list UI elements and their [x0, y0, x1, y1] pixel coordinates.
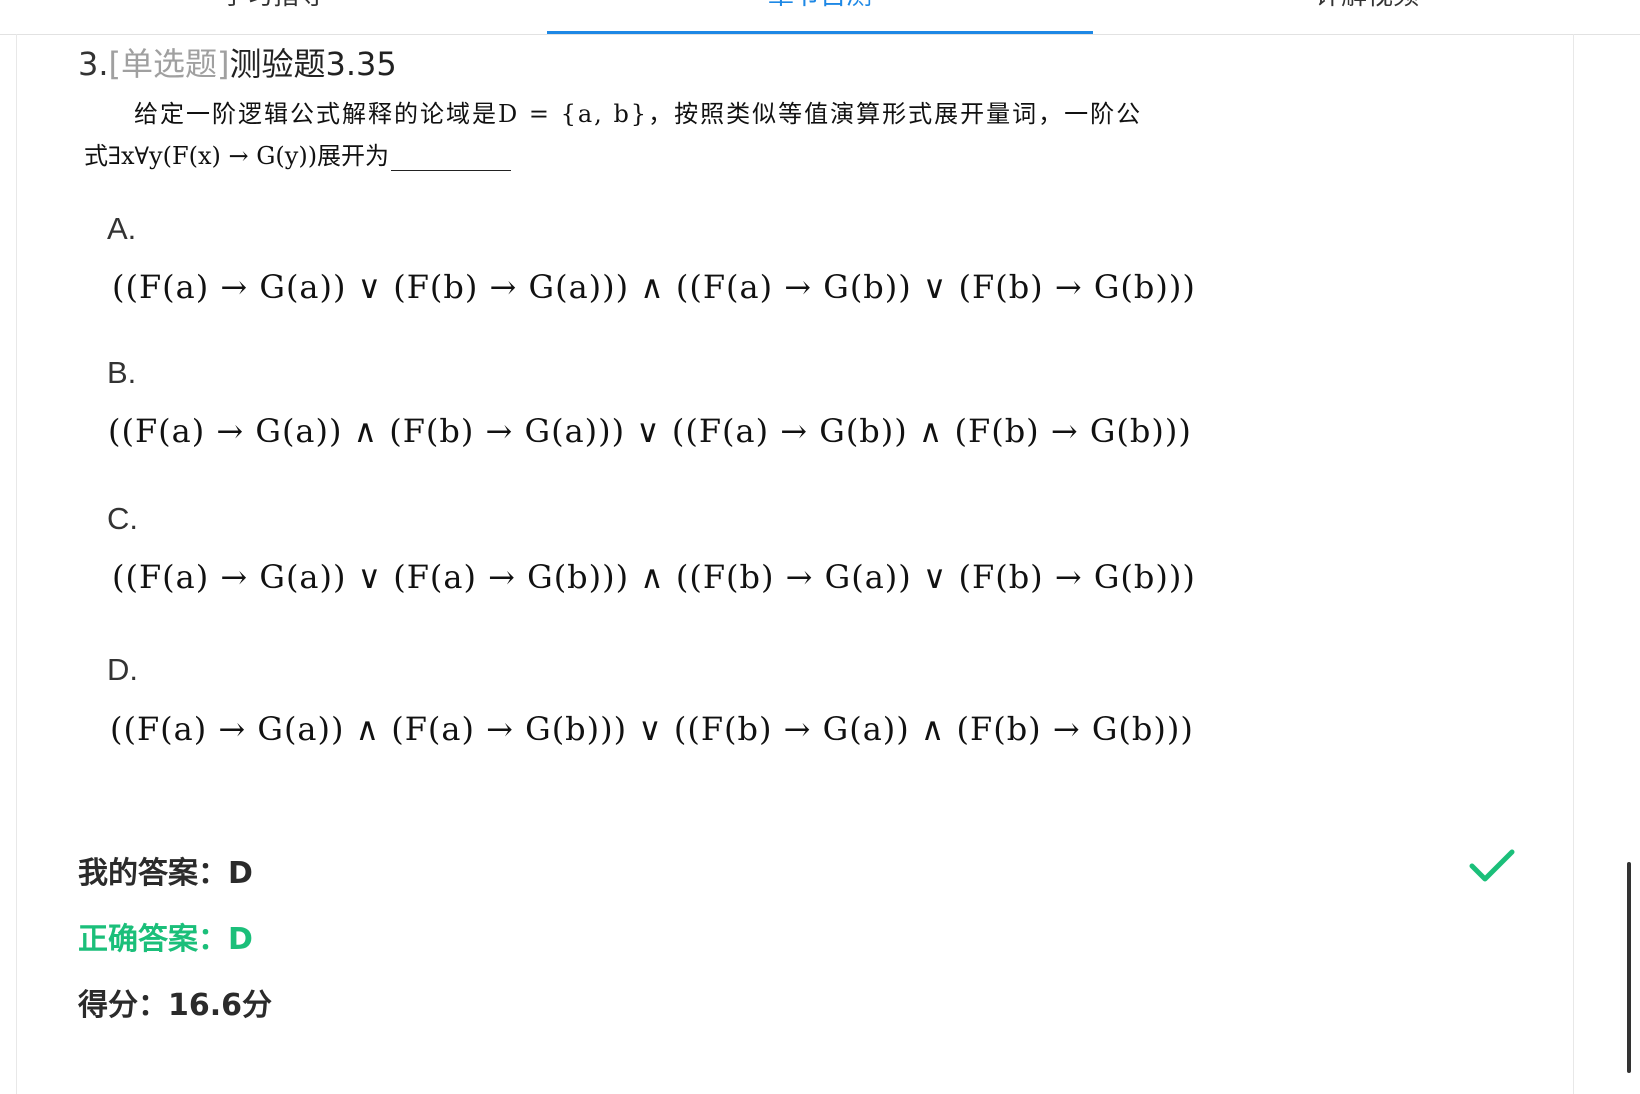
option-d-formula[interactable]: ((F(a) → G(a)) ∧ (F(a) → G(b))) ∨ ((F(b)… — [110, 710, 1194, 748]
option-a-formula[interactable]: ((F(a) → G(a)) ∨ (F(b) → G(a))) ∧ ((F(a)… — [112, 268, 1196, 306]
tab-chapter-test[interactable]: 章节自测 — [547, 0, 1093, 34]
my-answer: 我的答案：D — [78, 856, 253, 891]
tab-label: 详解视频 — [1315, 0, 1419, 12]
question-name: 测验题3.35 — [229, 45, 397, 83]
tab-study-guide[interactable]: 学习指导 — [0, 0, 546, 34]
check-icon — [1469, 849, 1515, 882]
tab-bar: 学习指导 章节自测 详解视频 — [0, 0, 1640, 35]
option-c-letter[interactable]: C. — [107, 501, 138, 537]
answer-blank — [391, 146, 512, 171]
option-a-letter[interactable]: A. — [107, 211, 136, 247]
tab-explanation-video[interactable]: 详解视频 — [1094, 0, 1640, 34]
scrollbar[interactable] — [1627, 862, 1631, 1073]
question-type: [单选题] — [108, 45, 230, 83]
question-stem-line2: 式∃x∀y(F(x) → G(y))展开为 — [84, 136, 512, 171]
option-c-formula[interactable]: ((F(a) → G(a)) ∨ (F(a) → G(b))) ∧ ((F(b)… — [112, 558, 1196, 596]
question-number: 3. — [78, 45, 109, 83]
option-b-letter[interactable]: B. — [107, 355, 136, 391]
tab-label: 章节自测 — [768, 0, 872, 12]
score: 得分：16.6分 — [78, 988, 273, 1023]
question-title: 3.[单选题]测验题3.35 — [78, 44, 397, 84]
option-d-letter[interactable]: D. — [107, 652, 138, 688]
option-b-formula[interactable]: ((F(a) → G(a)) ∧ (F(b) → G(a))) ∨ ((F(a)… — [108, 412, 1192, 450]
question-stem-text: 式∃x∀y(F(x) → G(y))展开为 — [84, 142, 390, 170]
tab-label: 学习指导 — [221, 0, 325, 12]
correct-answer: 正确答案：D — [78, 922, 253, 957]
question-stem-line1: 给定一阶逻辑公式解释的论域是D = {a, b}，按照类似等值演算形式展开量词，… — [134, 100, 1143, 128]
